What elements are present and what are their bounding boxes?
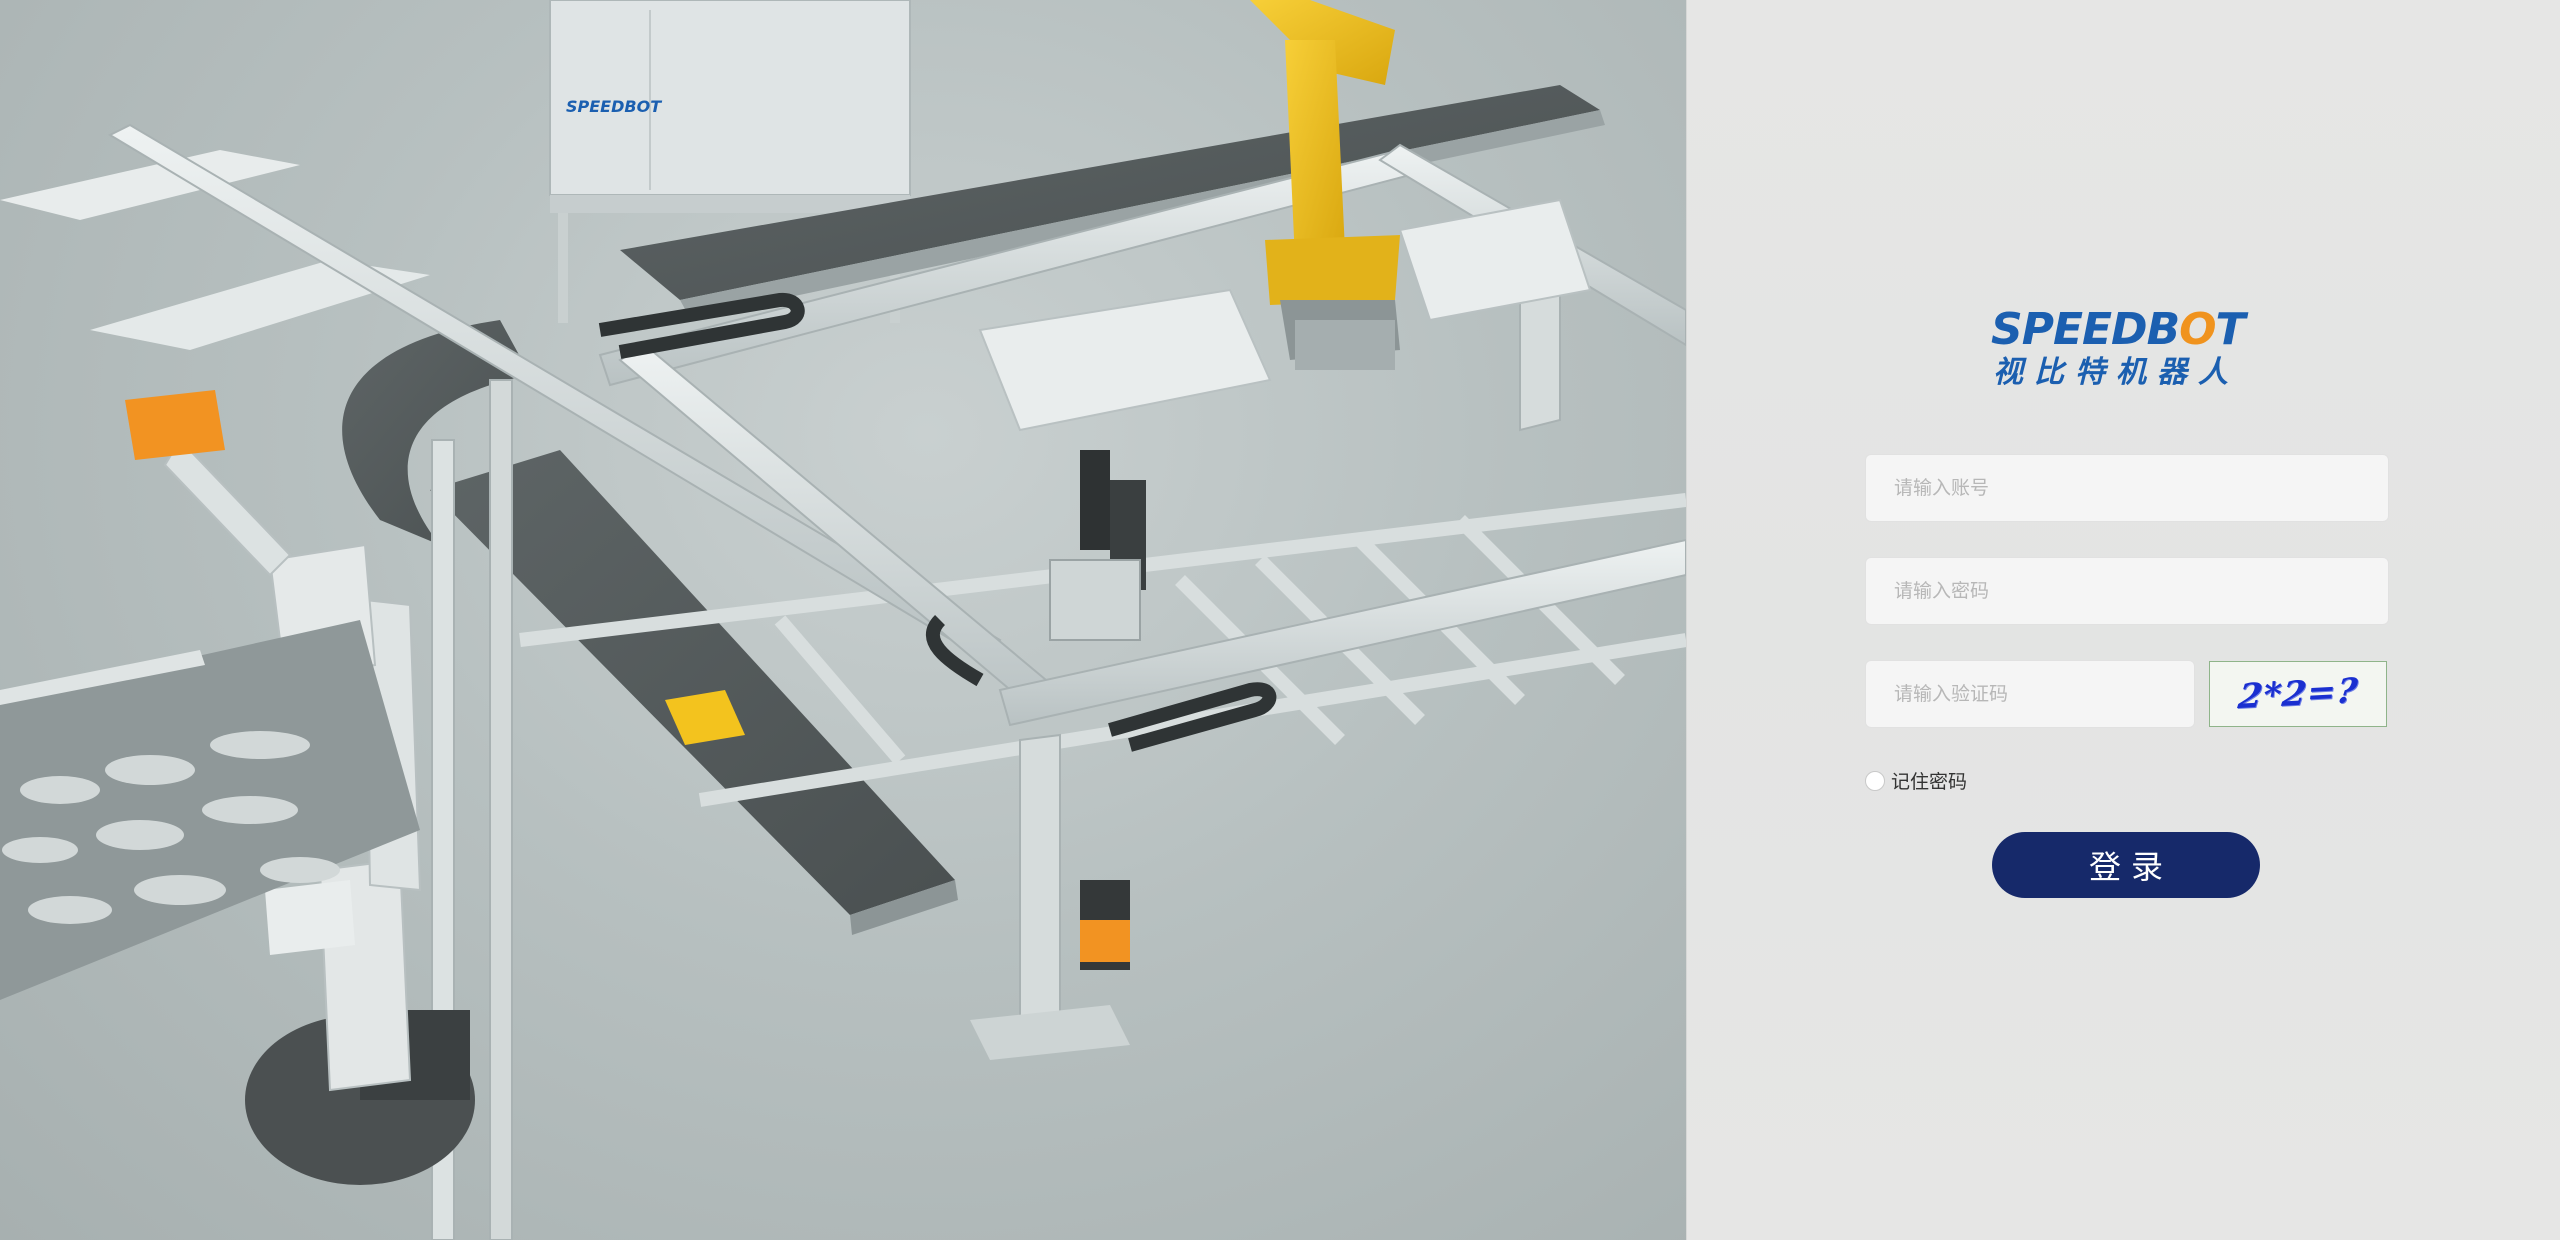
remember-label: 记住密码 bbox=[1891, 771, 1968, 793]
login-panel: SPEEDBOT 视比特机器人 2*2=? 记住密码 登录 bbox=[1686, 0, 2560, 1240]
remember-password-toggle[interactable]: 记住密码 bbox=[1865, 767, 1967, 794]
brand-name-part1: SPEEDB bbox=[1991, 304, 2180, 355]
account-field bbox=[1865, 454, 2389, 522]
login-button[interactable]: 登录 bbox=[1992, 832, 2260, 898]
password-field bbox=[1865, 557, 2389, 625]
captcha-field bbox=[1865, 660, 2195, 728]
login-page: SPEEDBOT SPEEDBOT 视比特机器人 请输入账号 请输入验证码 2*… bbox=[0, 0, 2560, 1240]
hero-illustration: SPEEDBOT bbox=[0, 0, 1686, 1240]
captcha-text: 2*2=? bbox=[2235, 670, 2361, 718]
remember-radio[interactable] bbox=[1865, 770, 1885, 791]
brand-name-en: SPEEDBOT bbox=[1991, 305, 2271, 355]
captcha-input[interactable] bbox=[1866, 661, 2194, 727]
password-input[interactable] bbox=[1866, 558, 2388, 624]
captcha-image[interactable]: 2*2=? bbox=[2209, 661, 2387, 727]
brand-name-accent: O bbox=[2179, 304, 2216, 355]
brand-name-part2: T bbox=[2215, 304, 2246, 355]
account-input[interactable] bbox=[1866, 455, 2388, 521]
robot-cell-scene: SPEEDBOT bbox=[0, 0, 1686, 1240]
cabinet-logo: SPEEDBOT bbox=[566, 97, 662, 116]
brand-logo: SPEEDBOT 视比特机器人 bbox=[1991, 305, 2271, 391]
brand-name-cn: 视比特机器人 bbox=[1993, 355, 2239, 390]
